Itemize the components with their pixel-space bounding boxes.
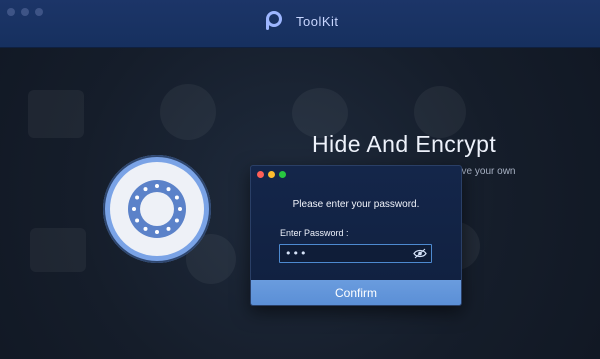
vault-lock-icon <box>103 155 211 263</box>
dialog-zoom-button[interactable] <box>279 171 286 178</box>
vault-bolt <box>143 226 148 231</box>
page-subtitle: ave your own <box>456 166 516 177</box>
vault-bolt <box>143 187 148 192</box>
app-name: ToolKit <box>296 13 339 29</box>
vault-bolt <box>174 195 179 200</box>
title-bar: ToolKit <box>0 0 600 48</box>
vault-bolt <box>166 187 171 192</box>
window-minimize-button[interactable] <box>21 8 29 16</box>
vault-bolt <box>174 218 179 223</box>
vault-bolt <box>178 207 182 211</box>
vault-bolt <box>155 230 159 234</box>
dialog-prompt: Please enter your password. <box>292 199 420 210</box>
toolkit-logo-icon <box>266 11 282 30</box>
eye-icon[interactable] <box>413 248 427 259</box>
dialog-close-button[interactable] <box>257 171 264 178</box>
dialog-minimize-button[interactable] <box>268 171 275 178</box>
vault-bolt <box>132 207 136 211</box>
vault-bolt <box>166 226 171 231</box>
vault-bolt <box>155 184 159 188</box>
app-brand: ToolKit <box>262 10 339 32</box>
dialog-window-controls <box>257 171 286 178</box>
password-input[interactable] <box>280 245 411 262</box>
password-dialog: Please enter your password. Enter Passwo… <box>250 165 462 306</box>
window-close-button[interactable] <box>7 8 15 16</box>
window-zoom-button[interactable] <box>35 8 43 16</box>
background-feature-tile <box>160 84 216 140</box>
vault-bolt <box>135 218 140 223</box>
background-feature-tile <box>28 90 84 138</box>
background-feature-tile <box>30 228 86 272</box>
window-controls <box>7 8 43 16</box>
password-field <box>279 244 432 263</box>
password-field-label: Enter Password : <box>280 228 349 238</box>
page-title: Hide And Encrypt <box>312 131 497 157</box>
vault-bolt <box>135 195 140 200</box>
confirm-button[interactable]: Confirm <box>251 280 461 305</box>
